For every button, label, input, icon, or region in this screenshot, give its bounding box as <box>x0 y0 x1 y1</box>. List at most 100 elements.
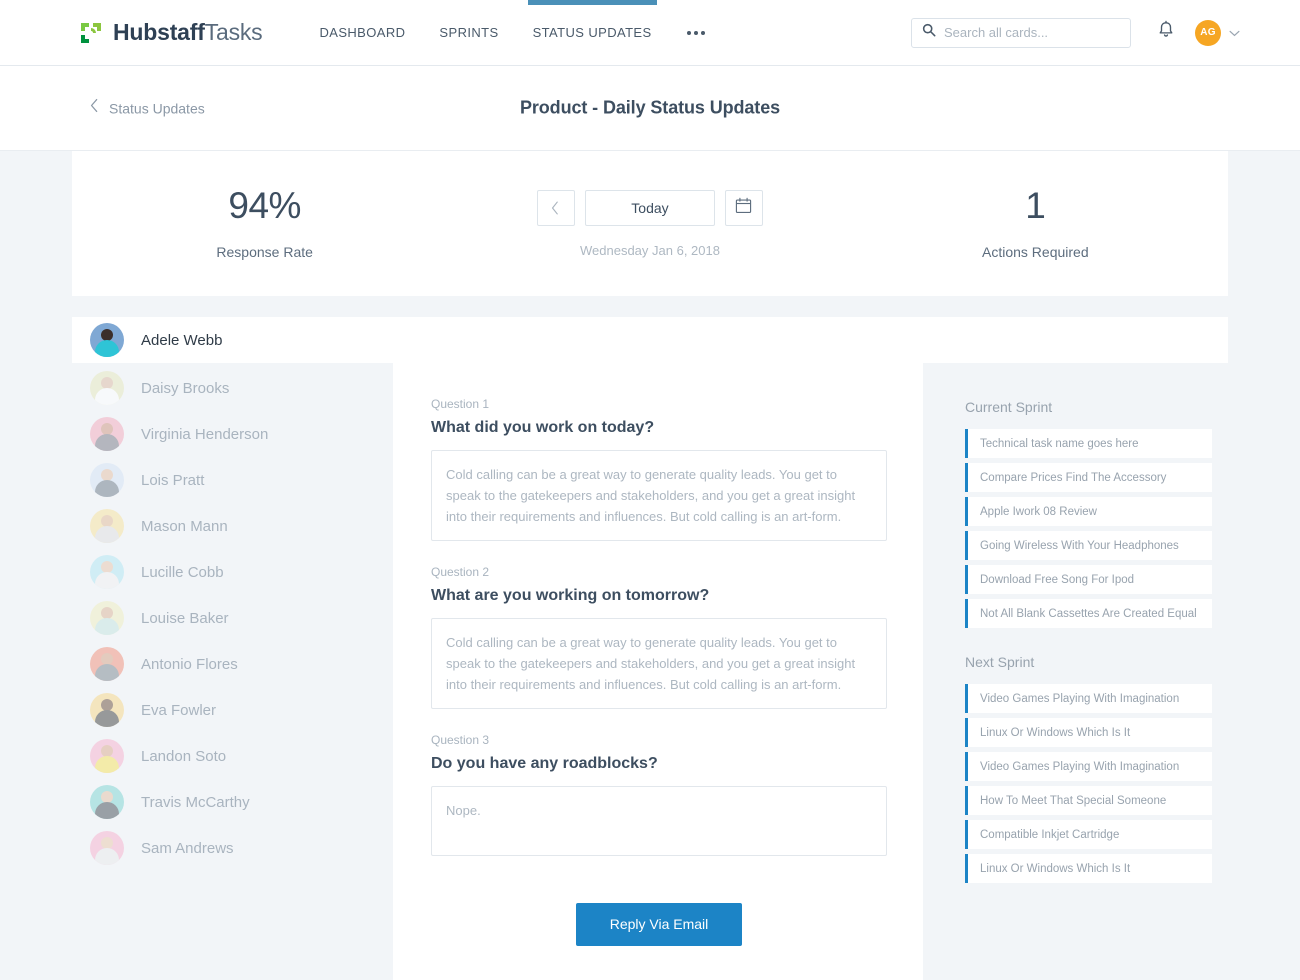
sprint-task-label: Not All Blank Cassettes Are Created Equa… <box>980 607 1197 620</box>
response-rate-block: 94% Response Rate <box>72 187 457 260</box>
question-label: Question 1 <box>431 397 490 411</box>
sprint-task-item[interactable]: Linux Or Windows Which Is It <box>965 718 1212 747</box>
list-item[interactable]: Lois Pratt <box>72 457 393 503</box>
more-menu-icon[interactable] <box>669 0 724 66</box>
actions-required-block: 1 Actions Required <box>843 187 1228 260</box>
bell-icon[interactable] <box>1157 20 1175 45</box>
page-title: Product - Daily Status Updates <box>519 97 781 118</box>
sprint-task-item[interactable]: Technical task name goes here <box>965 429 1212 458</box>
list-item[interactable]: Virginia Henderson <box>72 411 393 457</box>
list-item[interactable]: Lucille Cobb <box>72 549 393 595</box>
list-item-label: Lois Pratt <box>141 471 205 489</box>
answer-field-2[interactable]: Cold calling can be a great way to gener… <box>431 618 887 710</box>
sprint-task-item[interactable]: Going Wireless With Your Headphones <box>965 531 1212 560</box>
nav-link-sprints[interactable]: SPRINTS <box>422 0 515 66</box>
avatar: AG <box>1195 19 1221 46</box>
sprint-task-item[interactable]: Video Games Playing With Imagination <box>965 684 1212 713</box>
sprint-task-list: Technical task name goes here Compare Pri… <box>965 429 1212 628</box>
sprint-task-label: Compatible Inkjet Cartridge <box>980 828 1120 841</box>
list-item[interactable]: Daisy Brooks <box>72 365 393 411</box>
date-navigation: Today Wednesday Jan 6, 2018 <box>457 189 842 258</box>
list-item[interactable]: Travis McCarthy <box>72 779 393 825</box>
avatar <box>90 417 124 451</box>
list-item[interactable]: Antonio Flores <box>72 641 393 687</box>
avatar <box>90 739 124 773</box>
search-box[interactable] <box>911 17 1131 48</box>
sprint-task-item[interactable]: Linux Or Windows Which Is It <box>965 854 1212 883</box>
selected-user-row[interactable]: Adele Webb <box>72 317 1228 363</box>
avatar-body <box>95 848 119 865</box>
brand-logo[interactable]: HubstaffTasks <box>78 19 263 46</box>
avatar-body <box>95 388 119 405</box>
sprint-task-label: Video Games Playing With Imagination <box>980 760 1180 773</box>
today-button[interactable]: Today <box>584 189 715 226</box>
sprint-task-label: Linux Or Windows Which Is It <box>980 862 1131 875</box>
avatar <box>90 555 124 589</box>
question-title: What are you working on tomorrow? <box>431 587 710 605</box>
chevron-down-icon <box>1229 24 1240 42</box>
avatar <box>90 323 124 357</box>
avatar <box>90 463 124 497</box>
response-rate-value: 94% <box>228 185 301 226</box>
sprint-task-list: Video Games Playing With Imagination Linu… <box>965 684 1212 883</box>
reply-via-email-button[interactable]: Reply Via Email <box>575 903 743 947</box>
search-icon <box>922 23 936 42</box>
hubstaff-logo-icon <box>78 20 104 46</box>
calendar-picker-button[interactable] <box>724 189 763 226</box>
stats-card: 94% Response Rate Today Wednesday Jan 6,… <box>72 151 1228 296</box>
actions-required-value: 1 <box>1025 185 1046 226</box>
avatar <box>90 509 124 543</box>
sprint-panel-title: Next Sprint <box>965 654 1035 670</box>
user-menu[interactable]: AG <box>1195 19 1240 46</box>
dot <box>694 30 699 35</box>
nav-link-dashboard[interactable]: DASHBOARD <box>302 0 422 66</box>
three-column-layout: Daisy Brooks Virginia Henderson Lois Pratt… <box>72 363 1228 980</box>
avatar-body <box>95 340 119 357</box>
selected-user-name: Adele Webb <box>141 331 223 349</box>
avatar <box>90 371 124 405</box>
list-item[interactable]: Landon Soto <box>72 733 393 779</box>
question-group-3: Question 3 Do you have any roadblocks? N… <box>431 733 887 857</box>
response-rate-label: Response Rate <box>216 244 313 260</box>
answer-field-1[interactable]: Cold calling can be a great way to gener… <box>431 450 887 542</box>
sprint-task-label: Video Games Playing With Imagination <box>980 692 1180 705</box>
sprint-task-item[interactable]: Compare Prices Find The Accessory <box>965 463 1212 492</box>
sprint-task-item[interactable]: How To Meet That Special Someone <box>965 786 1212 815</box>
sprint-panel-title: Current Sprint <box>965 399 1053 415</box>
brand-light: Tasks <box>204 19 263 45</box>
list-item[interactable]: Sam Andrews <box>72 825 393 871</box>
sprint-task-item[interactable]: Not All Blank Cassettes Are Created Equa… <box>965 599 1212 628</box>
list-item-label: Lucille Cobb <box>141 563 224 581</box>
calendar-icon <box>735 197 752 219</box>
question-title: Do you have any roadblocks? <box>431 755 658 773</box>
sprint-task-item[interactable]: Compatible Inkjet Cartridge <box>965 820 1212 849</box>
prev-day-button[interactable] <box>536 189 575 226</box>
status-update-form: Question 1 What did you work on today? C… <box>393 363 923 980</box>
avatar <box>90 647 124 681</box>
list-item[interactable]: Mason Mann <box>72 503 393 549</box>
navbar-right: AG <box>911 17 1240 48</box>
avatar-body <box>95 664 119 681</box>
nav-link-status-updates[interactable]: STATUS UPDATES <box>516 0 669 66</box>
avatar <box>90 785 124 819</box>
answer-field-3[interactable]: Nope. <box>431 786 887 857</box>
content-area: Adele Webb Daisy Brooks Virginia Henderso… <box>0 317 1300 980</box>
search-input[interactable] <box>944 25 1120 40</box>
page-header: Status Updates Product - Daily Status Up… <box>0 66 1300 151</box>
avatar-body <box>95 434 119 451</box>
sprint-task-item[interactable]: Download Free Song For Ipod <box>965 565 1212 594</box>
sprint-task-item[interactable]: Video Games Playing With Imagination <box>965 752 1212 781</box>
avatar <box>90 601 124 635</box>
sprint-task-item[interactable]: Apple Iwork 08 Review <box>965 497 1212 526</box>
user-list: Daisy Brooks Virginia Henderson Lois Pratt… <box>72 363 393 980</box>
list-item[interactable]: Louise Baker <box>72 595 393 641</box>
sprint-task-label: Download Free Song For Ipod <box>980 573 1135 586</box>
current-date-text: Wednesday Jan 6, 2018 <box>580 242 720 258</box>
dot <box>701 30 706 35</box>
sprint-task-label: Linux Or Windows Which Is It <box>980 726 1131 739</box>
list-item-label: Sam Andrews <box>141 839 234 857</box>
avatar <box>90 831 124 865</box>
list-item[interactable]: Eva Fowler <box>72 687 393 733</box>
question-group-2: Question 2 What are you working on tomor… <box>431 565 887 710</box>
question-title: What did you work on today? <box>431 419 655 436</box>
